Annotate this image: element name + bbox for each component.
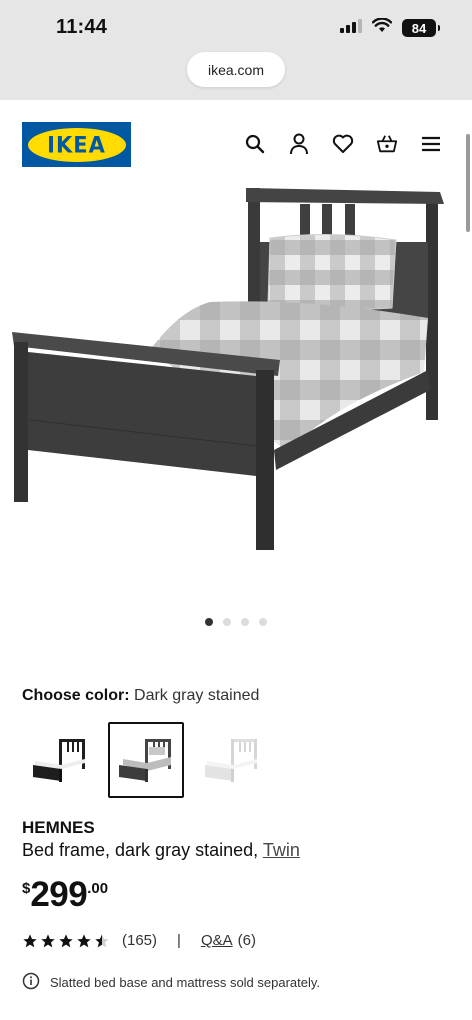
qa-count: (6) [237,932,256,949]
price-currency: $ [22,880,31,897]
star-rating[interactable] [22,933,110,949]
cellular-signal-icon [340,18,362,38]
product-name: HEMNES [22,818,95,837]
rating-separator: | [177,932,181,949]
status-time: 11:44 [56,16,108,38]
color-swatch-white-stain[interactable] [194,722,270,798]
heart-icon[interactable] [332,133,354,155]
status-icons: 84 [340,17,440,38]
pager-dot[interactable] [259,618,267,626]
ikea-logo[interactable]: IKEA [22,122,131,167]
url-bar[interactable]: ikea.com [187,52,285,87]
color-label-prefix: Choose color: [22,687,130,704]
battery-indicator: 84 [402,19,440,37]
pager-dot[interactable] [241,618,249,626]
rating-row: (165) | Q&A (6) [22,932,256,949]
price-integer: 299 [30,875,88,914]
half-star-icon [95,933,109,947]
account-icon[interactable] [288,133,310,155]
product-image[interactable] [0,180,472,600]
info-icon [22,972,40,993]
qa-label: Q&A [200,932,233,949]
search-icon[interactable] [244,133,266,155]
review-count[interactable]: (165) [122,932,157,949]
selected-color: Dark gray stained [134,687,260,704]
logo-oval: IKEA [27,127,126,162]
color-swatch-black-brown[interactable] [22,722,98,798]
price-decimal: .00 [87,880,109,897]
product-price: $ 299 .00 [22,876,108,914]
basket-icon[interactable] [376,133,398,155]
color-swatches [22,722,270,798]
header-nav-icons [244,133,442,155]
star-icon [77,933,91,947]
site-header: IKEA [0,100,472,188]
product-description: Bed frame, dark gray stained, Twin [22,840,300,861]
logo-text: IKEA [47,131,106,158]
color-chooser-label: Choose color: Dark gray stained [22,687,259,705]
notice-text: Slatted bed base and mattress sold separ… [50,975,321,990]
pager-dot[interactable] [223,618,231,626]
star-icon [59,933,73,947]
star-icon [41,933,55,947]
product-description-text: Bed frame, dark gray stained, [22,840,259,860]
size-link[interactable]: Twin [263,840,300,860]
star-icon [23,933,37,947]
color-swatch-dark-gray[interactable] [108,722,184,798]
browser-chrome: 11:44 84 ikea.com [0,0,472,100]
menu-icon[interactable] [420,133,442,155]
gallery-pager [0,618,472,626]
qa-link[interactable]: Q&A [201,932,233,949]
pager-dot[interactable] [205,618,213,626]
wifi-icon [371,17,393,38]
product-notice: Slatted bed base and mattress sold separ… [22,972,320,993]
